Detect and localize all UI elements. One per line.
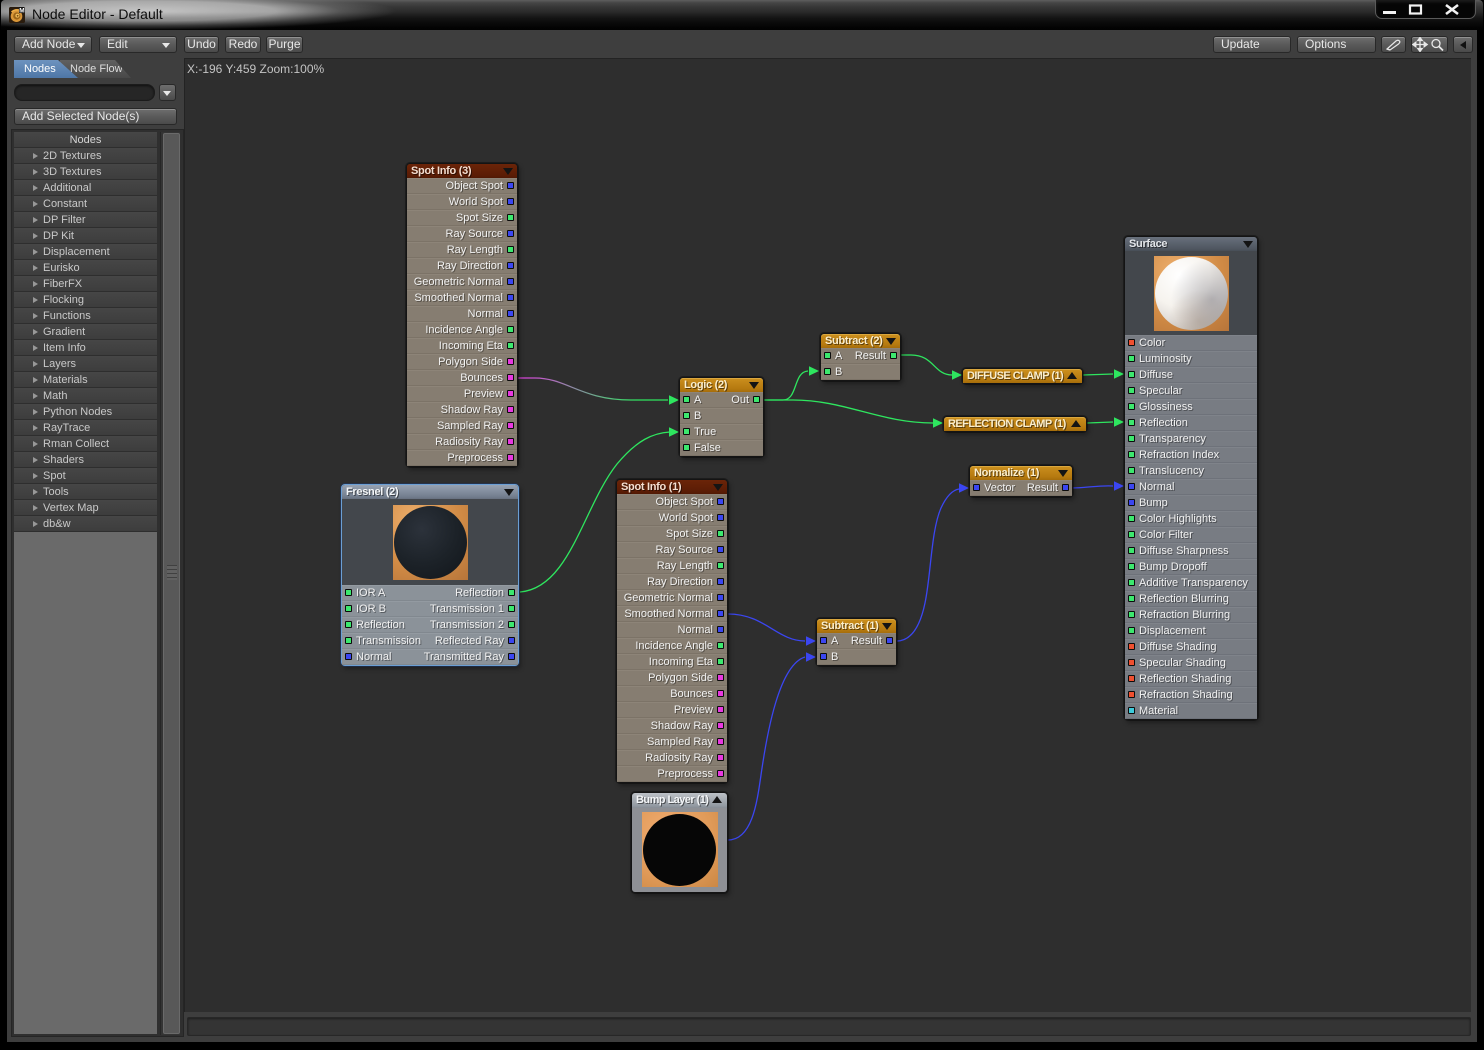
svg-text:M: M: [19, 7, 24, 14]
